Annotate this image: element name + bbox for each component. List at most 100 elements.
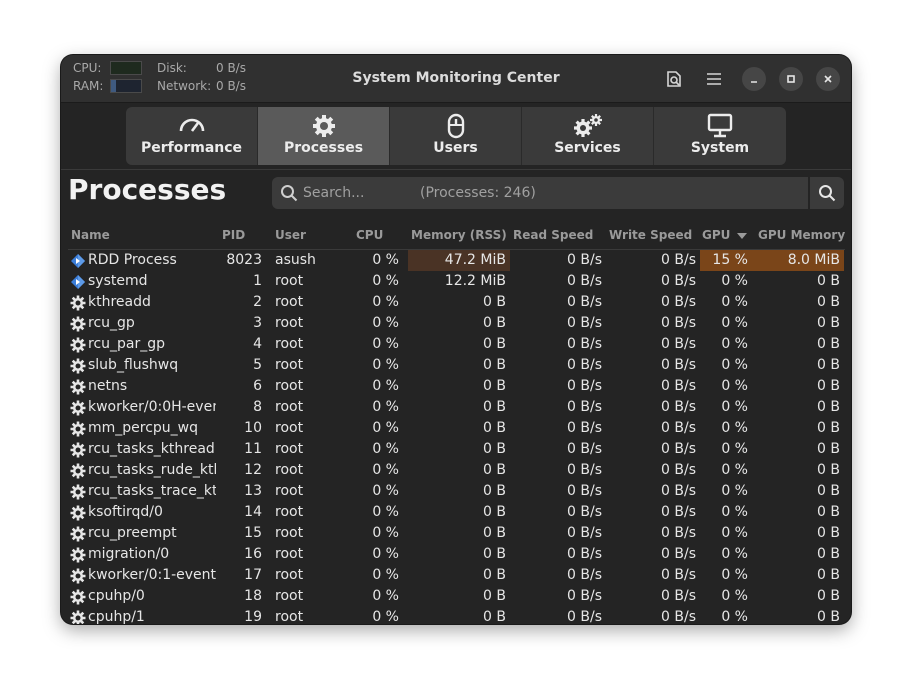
- table-row[interactable]: RDD Process 8023 asush 0 % 47.2 MiB 0 B/s 0 B/…: [68, 250, 845, 271]
- process-read-speed: 0 B/s: [567, 294, 602, 310]
- column-header-pid[interactable]: PID: [222, 228, 245, 242]
- gear-icon: [70, 442, 86, 458]
- speedometer-icon: [179, 118, 204, 132]
- process-user: root: [275, 525, 304, 541]
- search-button[interactable]: [810, 177, 844, 209]
- sort-descending-icon[interactable]: [736, 232, 748, 240]
- process-write-speed: 0 B/s: [661, 441, 696, 457]
- table-row[interactable]: rcu_tasks_trace_kthread 13 root 0 % 0 B 0 B/s…: [68, 481, 845, 502]
- process-pid: 17: [244, 567, 262, 583]
- table-row[interactable]: netns 6 root 0 % 0 B 0 B/s 0 B/s 0 % 0 B: [68, 376, 845, 397]
- search-input[interactable]: Search... (Processes: 246): [272, 177, 808, 209]
- minimize-button[interactable]: [742, 67, 766, 91]
- process-memory: 12.2 MiB: [444, 273, 506, 289]
- process-name: cpuhp/1: [88, 609, 145, 624]
- process-read-speed: 0 B/s: [567, 588, 602, 604]
- column-header-write-speed[interactable]: Write Speed: [609, 228, 692, 242]
- column-header-gpu-memory[interactable]: GPU Memory: [758, 228, 845, 242]
- process-name: cpuhp/0: [88, 588, 145, 604]
- maximize-button[interactable]: [779, 67, 803, 91]
- app-icon: [70, 253, 86, 269]
- process-pid: 16: [244, 546, 262, 562]
- process-write-speed: 0 B/s: [661, 588, 696, 604]
- column-header-memory[interactable]: Memory (RSS): [411, 228, 507, 242]
- process-cpu: 0 %: [372, 378, 399, 394]
- process-table: Name PID User CPU Memory (RSS) Read Spee…: [68, 221, 845, 624]
- tab-users[interactable]: Users: [390, 107, 522, 165]
- process-cpu: 0 %: [372, 273, 399, 289]
- process-pid: 3: [253, 315, 262, 331]
- process-name: rcu_preempt: [88, 525, 177, 541]
- tab-performance[interactable]: Performance: [126, 107, 258, 165]
- process-pid: 19: [244, 609, 262, 624]
- gear-icon: [70, 379, 86, 395]
- process-memory: 0 B: [483, 336, 506, 352]
- gear-icon: [70, 337, 86, 353]
- process-write-speed: 0 B/s: [661, 420, 696, 436]
- gear-icon: [70, 463, 86, 479]
- gear-icon: [70, 295, 86, 311]
- gear-icon: [70, 505, 86, 521]
- process-cpu: 0 %: [372, 567, 399, 583]
- process-read-speed: 0 B/s: [567, 252, 602, 268]
- tab-services-label: Services: [554, 140, 621, 156]
- tab-separator: [61, 169, 851, 170]
- close-button[interactable]: [816, 67, 840, 91]
- column-header-read-speed[interactable]: Read Speed: [513, 228, 593, 242]
- screenshot-icon[interactable]: [662, 67, 686, 91]
- process-read-speed: 0 B/s: [567, 336, 602, 352]
- tab-services[interactable]: Services: [522, 107, 654, 165]
- table-row[interactable]: rcu_par_gp 4 root 0 % 0 B 0 B/s 0 B/s 0 % 0 B: [68, 334, 845, 355]
- process-write-speed: 0 B/s: [661, 525, 696, 541]
- process-memory: 0 B: [483, 567, 506, 583]
- process-cpu: 0 %: [372, 546, 399, 562]
- process-cpu: 0 %: [372, 525, 399, 541]
- table-row[interactable]: kworker/0:0H-events 8 root 0 % 0 B 0 B/s 0 B/s…: [68, 397, 845, 418]
- table-row[interactable]: cpuhp/0 18 root 0 % 0 B 0 B/s 0 B/s 0 % 0 B: [68, 586, 845, 607]
- maximize-icon: [787, 75, 795, 83]
- main-tab-bar: Performance Processes Users Services Sys…: [126, 107, 786, 165]
- gear-icon: [70, 316, 86, 332]
- process-user: root: [275, 273, 304, 289]
- process-user: root: [275, 336, 304, 352]
- column-header-cpu[interactable]: CPU: [356, 228, 383, 242]
- table-row[interactable]: slub_flushwq 5 root 0 % 0 B 0 B/s 0 B/s 0 % 0 B: [68, 355, 845, 376]
- table-row[interactable]: kworker/0:1-events 17 root 0 % 0 B 0 B/s 0 B/s…: [68, 565, 845, 586]
- table-row[interactable]: ksoftirqd/0 14 root 0 % 0 B 0 B/s 0 B/s 0 % 0 B: [68, 502, 845, 523]
- process-gpu: 0 %: [721, 546, 748, 562]
- process-memory: 0 B: [483, 357, 506, 373]
- table-row[interactable]: rcu_tasks_kthread 11 root 0 % 0 B 0 B/s 0 B/s 0…: [68, 439, 845, 460]
- table-row[interactable]: kthreadd 2 root 0 % 0 B 0 B/s 0 B/s 0 % 0 B: [68, 292, 845, 313]
- column-header-name[interactable]: Name: [71, 228, 110, 242]
- process-write-speed: 0 B/s: [661, 567, 696, 583]
- table-row[interactable]: cpuhp/1 19 root 0 % 0 B 0 B/s 0 B/s 0 % 0 B: [68, 607, 845, 624]
- process-name: ksoftirqd/0: [88, 504, 163, 520]
- table-row[interactable]: rcu_tasks_rude_kthread 12 root 0 % 0 B 0 B/s 0…: [68, 460, 845, 481]
- column-header-user[interactable]: User: [275, 228, 306, 242]
- process-pid: 5: [253, 357, 262, 373]
- process-gpu: 0 %: [721, 483, 748, 499]
- gear-icon: [70, 358, 86, 374]
- process-gpu-memory: 0 B: [817, 420, 840, 436]
- process-memory: 0 B: [483, 588, 506, 604]
- table-row[interactable]: migration/0 16 root 0 % 0 B 0 B/s 0 B/s 0 % 0 B: [68, 544, 845, 565]
- tab-processes[interactable]: Processes: [258, 107, 390, 165]
- table-row[interactable]: systemd 1 root 0 % 12.2 MiB 0 B/s 0 B/s 0 % 0 B: [68, 271, 845, 292]
- process-memory: 0 B: [483, 504, 506, 520]
- column-header-gpu[interactable]: GPU: [702, 228, 730, 242]
- process-memory: 0 B: [483, 462, 506, 478]
- process-pid: 13: [244, 483, 262, 499]
- menu-icon[interactable]: [702, 67, 726, 91]
- process-read-speed: 0 B/s: [567, 315, 602, 331]
- process-gpu-memory: 0 B: [817, 378, 840, 394]
- table-row[interactable]: rcu_preempt 15 root 0 % 0 B 0 B/s 0 B/s 0 % 0 B: [68, 523, 845, 544]
- process-read-speed: 0 B/s: [567, 525, 602, 541]
- table-row[interactable]: rcu_gp 3 root 0 % 0 B 0 B/s 0 B/s 0 % 0 B: [68, 313, 845, 334]
- process-pid: 8: [253, 399, 262, 415]
- process-cpu: 0 %: [372, 294, 399, 310]
- process-memory: 0 B: [483, 525, 506, 541]
- process-name: rcu_tasks_trace_kthread: [88, 483, 216, 499]
- tab-system[interactable]: System: [654, 107, 786, 165]
- table-row[interactable]: mm_percpu_wq 10 root 0 % 0 B 0 B/s 0 B/s 0 % 0 B: [68, 418, 845, 439]
- process-read-speed: 0 B/s: [567, 504, 602, 520]
